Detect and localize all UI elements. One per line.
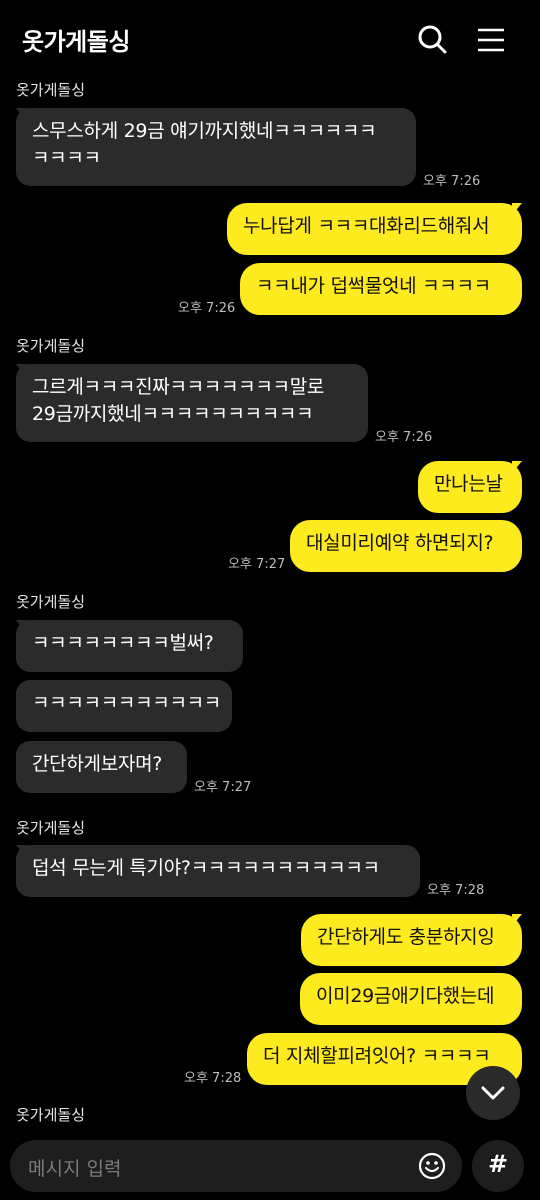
outgoing-message[interactable]: ㅋㅋ내가 덥썩물엇네 ㅋㅋㅋㅋ bbox=[240, 263, 522, 315]
hamburger-menu-icon[interactable] bbox=[470, 20, 510, 60]
message-time: 오후 7:28 bbox=[427, 883, 485, 898]
incoming-message[interactable]: ㅋㅋㅋㅋㅋㅋㅋㅋㅋㅋㅋ bbox=[16, 680, 232, 732]
outgoing-message[interactable]: 누나답게 ㅋㅋㅋ대화리드해줘서 bbox=[227, 203, 522, 255]
message-line: ㅋㅋㅋㅋ bbox=[32, 147, 101, 169]
sender-name: 옷가게돌싱 bbox=[16, 81, 86, 99]
incoming-message[interactable]: ㅋㅋㅋㅋㅋㅋㅋㅋ벌써? bbox=[16, 620, 243, 672]
chat-header: 옷가게돌싱 bbox=[0, 0, 540, 80]
incoming-message[interactable]: 그르게ㅋㅋㅋ진짜ㅋㅋㅋㅋㅋㅋㅋ말로 29금까지했네ㅋㅋㅋㅋㅋㅋㅋㅋㅋㅋ bbox=[16, 364, 368, 442]
message-time: 오후 7:27 bbox=[194, 780, 252, 795]
message-line: 29금까지했네ㅋㅋㅋㅋㅋㅋㅋㅋㅋㅋ bbox=[32, 403, 314, 425]
message-time: 오후 7:26 bbox=[423, 174, 481, 189]
sender-name: 옷가게돌싱 bbox=[16, 819, 86, 837]
search-icon[interactable] bbox=[412, 20, 452, 60]
message-time: 오후 7:27 bbox=[228, 557, 286, 572]
message-time: 오후 7:28 bbox=[184, 1071, 242, 1086]
message-input[interactable]: 메시지 입력 bbox=[10, 1140, 462, 1192]
incoming-message[interactable]: 스무스하게 29금 얘기까지했네ㅋㅋㅋㅋㅋㅋ ㅋㅋㅋㅋ bbox=[16, 108, 416, 186]
message-time: 오후 7:26 bbox=[375, 430, 433, 445]
chat-title: 옷가게돌싱 bbox=[22, 28, 130, 56]
outgoing-message[interactable]: 이미29금애기다했는데 bbox=[300, 973, 522, 1025]
outgoing-message[interactable]: 대실미리예약 하면되지? bbox=[290, 520, 522, 572]
outgoing-message[interactable]: 만나는날 bbox=[418, 461, 522, 513]
incoming-message[interactable]: 덥석 무는게 특기야?ㅋㅋㅋㅋㅋㅋㅋㅋㅋㅋㅋ bbox=[16, 845, 420, 897]
outgoing-message[interactable]: 간단하게도 충분하지잉 bbox=[301, 914, 522, 966]
sender-name: 옷가게돌싱 bbox=[16, 1106, 86, 1124]
chevron-down-icon bbox=[481, 1086, 505, 1100]
input-placeholder: 메시지 입력 bbox=[28, 1158, 122, 1180]
hashtag-search-button[interactable]: # bbox=[472, 1140, 524, 1192]
hash-label: # bbox=[487, 1150, 509, 1178]
scroll-to-bottom-button[interactable] bbox=[466, 1066, 520, 1120]
message-line: 스무스하게 29금 얘기까지했네ㅋㅋㅋㅋㅋㅋ bbox=[32, 120, 377, 142]
emoji-icon[interactable] bbox=[418, 1152, 446, 1180]
incoming-message[interactable]: 간단하게보자며? bbox=[16, 741, 187, 793]
message-composer: 메시지 입력 # bbox=[0, 1128, 540, 1200]
message-line: 그르게ㅋㅋㅋ진짜ㅋㅋㅋㅋㅋㅋㅋ말로 bbox=[32, 376, 325, 398]
sender-name: 옷가게돌싱 bbox=[16, 337, 86, 355]
sender-name: 옷가게돌싱 bbox=[16, 593, 86, 611]
message-time: 오후 7:26 bbox=[178, 301, 236, 316]
